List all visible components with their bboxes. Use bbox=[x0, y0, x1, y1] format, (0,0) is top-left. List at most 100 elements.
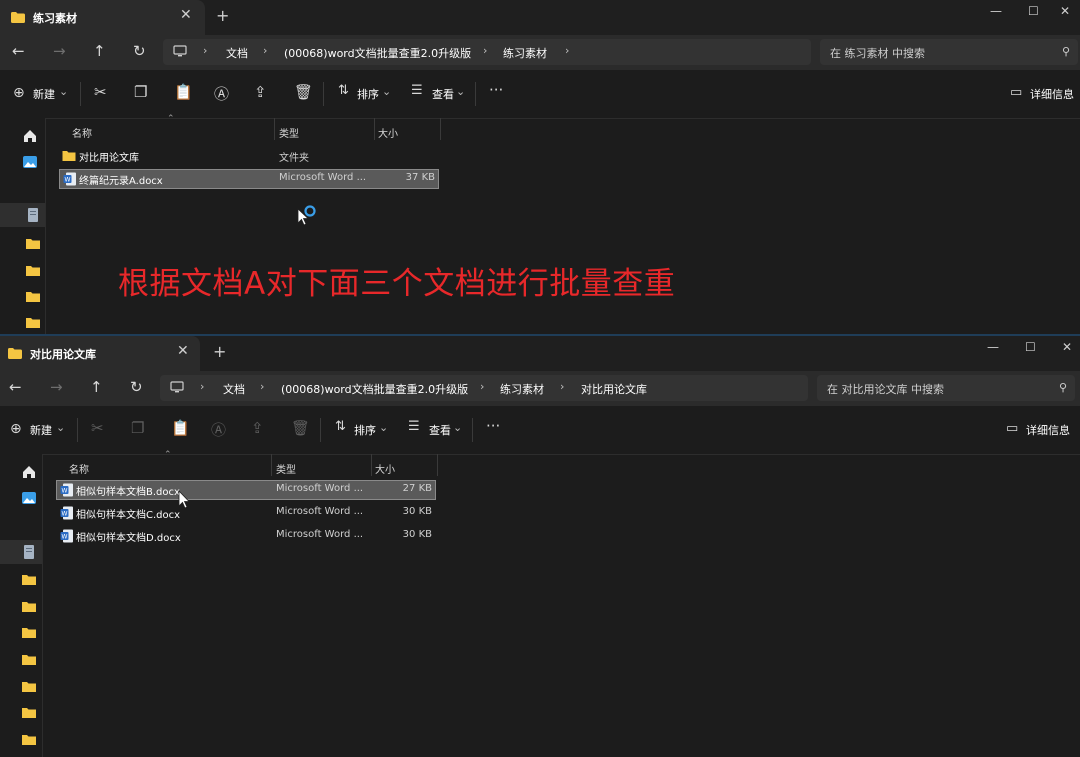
file-type: 文件夹 bbox=[279, 153, 309, 164]
copy-icon[interactable]: ❐ bbox=[131, 419, 144, 437]
word-doc-icon: W bbox=[60, 529, 73, 543]
title-bar: 练习素材 ✕ + — ☐ ✕ bbox=[0, 0, 1080, 35]
folder-icon[interactable] bbox=[21, 572, 37, 588]
column-size[interactable]: 大小 bbox=[375, 461, 395, 476]
documents-icon[interactable] bbox=[25, 207, 41, 223]
refresh-icon[interactable]: ↻ bbox=[130, 378, 143, 396]
up-icon[interactable]: ↑ bbox=[93, 42, 106, 60]
breadcrumb-item[interactable]: 文档 bbox=[223, 381, 245, 397]
details-pane-icon[interactable]: ▭ bbox=[1010, 85, 1022, 100]
folder-icon[interactable] bbox=[21, 652, 37, 668]
view-button[interactable]: 查看 bbox=[432, 86, 454, 102]
folder-icon[interactable] bbox=[21, 732, 37, 748]
documents-icon[interactable] bbox=[21, 544, 37, 560]
home-icon[interactable] bbox=[22, 128, 38, 144]
tab-close-icon[interactable]: ✕ bbox=[177, 343, 189, 359]
folder-icon[interactable] bbox=[21, 599, 37, 615]
delete-icon[interactable]: 🗑 bbox=[291, 419, 310, 437]
delete-icon[interactable]: 🗑 bbox=[294, 83, 313, 101]
view-icon[interactable]: ☰ bbox=[408, 419, 420, 434]
column-name[interactable]: 名称 bbox=[72, 125, 92, 140]
close-window-icon[interactable]: ✕ bbox=[1062, 340, 1072, 354]
cut-icon[interactable]: ✂ bbox=[91, 419, 104, 437]
new-plus-icon[interactable]: ⊕ bbox=[13, 85, 25, 101]
folder-icon[interactable] bbox=[21, 625, 37, 641]
up-icon[interactable]: ↑ bbox=[90, 378, 103, 396]
gallery-icon[interactable] bbox=[21, 490, 37, 506]
more-options-icon[interactable]: ··· bbox=[489, 81, 503, 99]
more-options-icon[interactable]: ··· bbox=[486, 417, 500, 435]
sort-icon[interactable]: ⇅ bbox=[335, 419, 346, 434]
address-bar[interactable]: › 文档 › (00068)word文档批量查重2.0升级版 › 练习素材 › … bbox=[160, 375, 808, 401]
sort-button[interactable]: 排序 bbox=[357, 86, 379, 102]
breadcrumb-item[interactable]: (00068)word文档批量查重2.0升级版 bbox=[281, 381, 468, 397]
minimize-icon[interactable]: — bbox=[987, 340, 999, 354]
file-row[interactable]: 对比用论文库 文件夹 bbox=[59, 146, 439, 166]
file-name: 终篇纪元录A.docx bbox=[79, 176, 163, 187]
file-row[interactable]: W 相似句样本文档C.docx Microsoft Word ... 30 KB bbox=[56, 503, 436, 523]
forward-icon[interactable]: → bbox=[50, 378, 63, 396]
back-icon[interactable]: ← bbox=[12, 42, 25, 60]
forward-icon[interactable]: → bbox=[53, 42, 66, 60]
folder-icon[interactable] bbox=[25, 236, 41, 252]
details-button[interactable]: 详细信息 bbox=[1030, 86, 1074, 102]
share-icon[interactable]: ⇪ bbox=[254, 83, 267, 101]
breadcrumb-item[interactable]: 文档 bbox=[226, 45, 248, 61]
cut-icon[interactable]: ✂ bbox=[94, 83, 107, 101]
new-button[interactable]: 新建 bbox=[30, 422, 52, 438]
folder-icon[interactable] bbox=[25, 263, 41, 279]
search-placeholder: 在 对比用论文库 中搜索 bbox=[827, 383, 944, 396]
chevron-down-icon: ⌄ bbox=[456, 85, 466, 98]
tab-active[interactable]: 练习素材 ✕ bbox=[0, 0, 205, 35]
maximize-icon[interactable]: ☐ bbox=[1028, 4, 1039, 18]
file-size: 30 KB bbox=[402, 506, 432, 517]
new-plus-icon[interactable]: ⊕ bbox=[10, 421, 22, 437]
copy-icon[interactable]: ❐ bbox=[134, 83, 147, 101]
new-tab-icon[interactable]: + bbox=[213, 342, 226, 361]
share-icon[interactable]: ⇪ bbox=[251, 419, 264, 437]
new-button[interactable]: 新建 bbox=[33, 86, 55, 102]
folder-icon[interactable] bbox=[21, 705, 37, 721]
tab-active[interactable]: 对比用论文库 ✕ bbox=[0, 336, 200, 371]
minimize-icon[interactable]: — bbox=[990, 4, 1002, 18]
sort-button[interactable]: 排序 bbox=[354, 422, 376, 438]
details-pane-icon[interactable]: ▭ bbox=[1006, 421, 1018, 436]
column-type[interactable]: 类型 bbox=[279, 125, 299, 140]
column-size[interactable]: 大小 bbox=[378, 125, 398, 140]
file-row[interactable]: W 终篇纪元录A.docx Microsoft Word ... 37 KB bbox=[59, 169, 439, 189]
explorer-window-1: 练习素材 ✕ + — ☐ ✕ ← → ↑ ↻ › 文档 › (00068)wor… bbox=[0, 0, 1080, 334]
paste-icon[interactable]: 📋 bbox=[171, 419, 190, 437]
back-icon[interactable]: ← bbox=[9, 378, 22, 396]
breadcrumb-item[interactable]: (00068)word文档批量查重2.0升级版 bbox=[284, 45, 471, 61]
details-button[interactable]: 详细信息 bbox=[1026, 422, 1070, 438]
paste-icon[interactable]: 📋 bbox=[174, 83, 193, 101]
maximize-icon[interactable]: ☐ bbox=[1025, 340, 1036, 354]
file-row[interactable]: W 相似句样本文档B.docx Microsoft Word ... 27 KB bbox=[56, 480, 436, 500]
folder-icon[interactable] bbox=[21, 679, 37, 695]
address-bar[interactable]: › 文档 › (00068)word文档批量查重2.0升级版 › 练习素材 › bbox=[163, 39, 811, 65]
file-row[interactable]: W 相似句样本文档D.docx Microsoft Word ... 30 KB bbox=[56, 526, 436, 546]
view-icon[interactable]: ☰ bbox=[411, 83, 423, 98]
close-window-icon[interactable]: ✕ bbox=[1060, 4, 1070, 18]
home-icon[interactable] bbox=[21, 464, 37, 480]
folder-icon[interactable] bbox=[25, 315, 41, 331]
search-box[interactable]: 在 对比用论文库 中搜索 ⚲ bbox=[817, 375, 1075, 401]
gallery-icon[interactable] bbox=[22, 154, 38, 170]
pc-icon bbox=[173, 45, 187, 57]
column-header-row: ⌃ 名称 类型 大小 bbox=[60, 114, 460, 140]
breadcrumb-item[interactable]: 对比用论文库 bbox=[581, 381, 647, 397]
column-type[interactable]: 类型 bbox=[276, 461, 296, 476]
breadcrumb-item[interactable]: 练习素材 bbox=[503, 45, 547, 61]
view-button[interactable]: 查看 bbox=[429, 422, 451, 438]
folder-icon[interactable] bbox=[25, 289, 41, 305]
column-name[interactable]: 名称 bbox=[69, 461, 89, 476]
command-bar: ⊕ 新建 ⌄ ✂ ❐ 📋 Ⓐ ⇪ 🗑 ⇅ 排序 ⌄ ☰ 查看 ⌄ ··· ▭ 详… bbox=[0, 70, 1080, 119]
tab-close-icon[interactable]: ✕ bbox=[180, 7, 192, 23]
sort-icon[interactable]: ⇅ bbox=[338, 83, 349, 98]
refresh-icon[interactable]: ↻ bbox=[133, 42, 146, 60]
rename-icon[interactable]: Ⓐ bbox=[214, 83, 229, 104]
search-box[interactable]: 在 练习素材 中搜索 ⚲ bbox=[820, 39, 1078, 65]
breadcrumb-item[interactable]: 练习素材 bbox=[500, 381, 544, 397]
rename-icon[interactable]: Ⓐ bbox=[211, 419, 226, 440]
new-tab-icon[interactable]: + bbox=[216, 6, 229, 25]
